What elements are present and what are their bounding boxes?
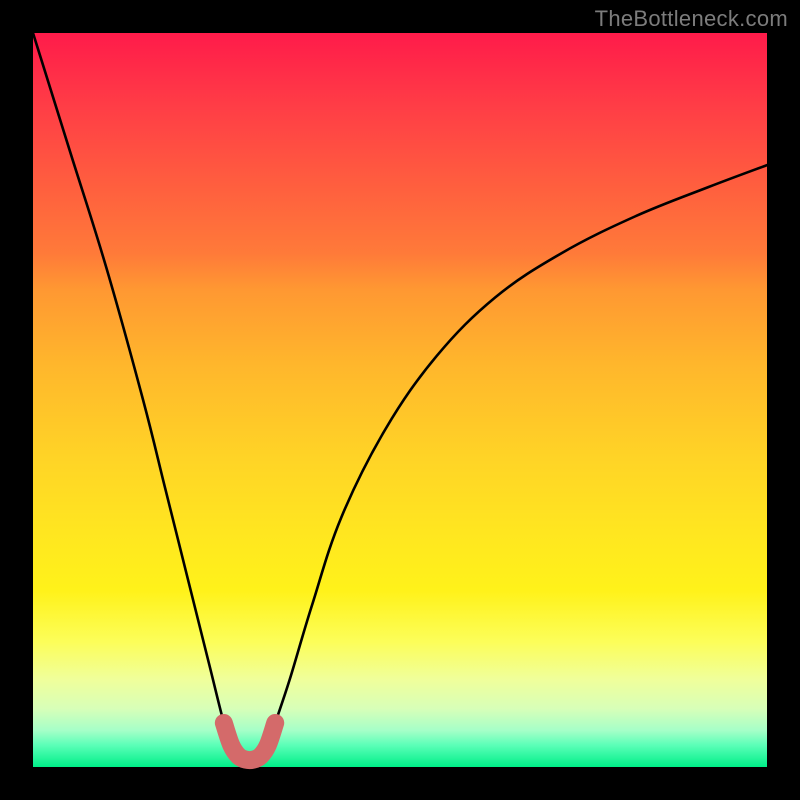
chart-svg (33, 33, 767, 767)
plot-area (33, 33, 767, 767)
outer-frame: TheBottleneck.com (0, 0, 800, 800)
bottleneck-curve (33, 33, 767, 760)
valley-marker (224, 723, 275, 760)
watermark-text: TheBottleneck.com (595, 6, 788, 32)
